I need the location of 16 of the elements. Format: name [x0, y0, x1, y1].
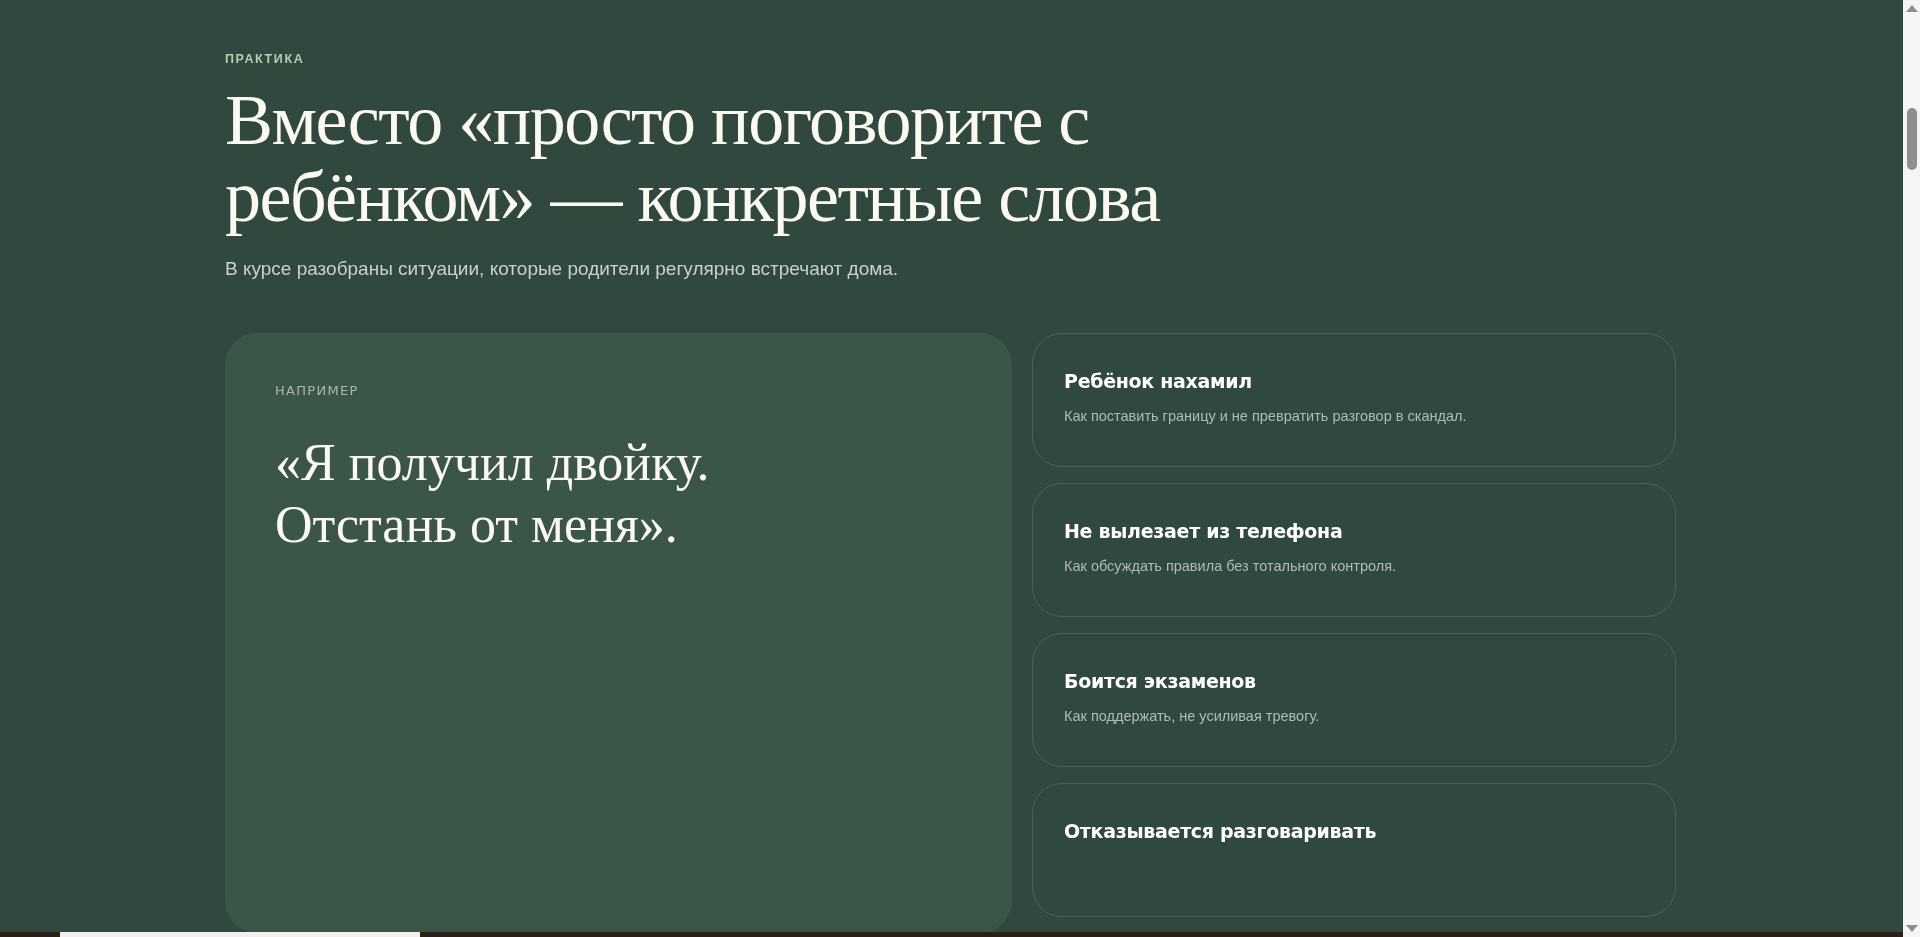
example-quote: «Я получил двойку. Отстань от меня». — [275, 433, 711, 555]
situation-title: Не вылезает из телефона — [1064, 520, 1344, 542]
situation-title: Ребёнок нахамил — [1064, 370, 1253, 392]
situation-title: Боится экзаменов — [1064, 670, 1257, 692]
scroll-down-icon[interactable] — [1905, 925, 1918, 933]
situation-title: Отказывается разговаривать — [1064, 820, 1378, 842]
scrollbar[interactable] — [1903, 0, 1920, 937]
example-label: НАПРИМЕР — [275, 383, 360, 398]
situation-description: Как поддержать, не усиливая тревогу. — [1064, 708, 1321, 724]
section-eyebrow: ПРАКТИКА — [225, 52, 306, 66]
situation-description: Как поставить границу и не превратить разговор в скандал. — [1064, 408, 1468, 424]
scrollbar-thumb[interactable] — [1906, 107, 1917, 170]
scroll-up-icon[interactable] — [1905, 4, 1918, 12]
situation-description: Как обсуждать правила без тотального контроля. — [1064, 558, 1398, 574]
section-heading: Вместо «просто поговорите с ребёнком» — конкретные слова — [225, 82, 1162, 236]
section-subtitle: В курсе разобраны ситуации, которые родители регулярно встречают дома. — [225, 258, 900, 280]
